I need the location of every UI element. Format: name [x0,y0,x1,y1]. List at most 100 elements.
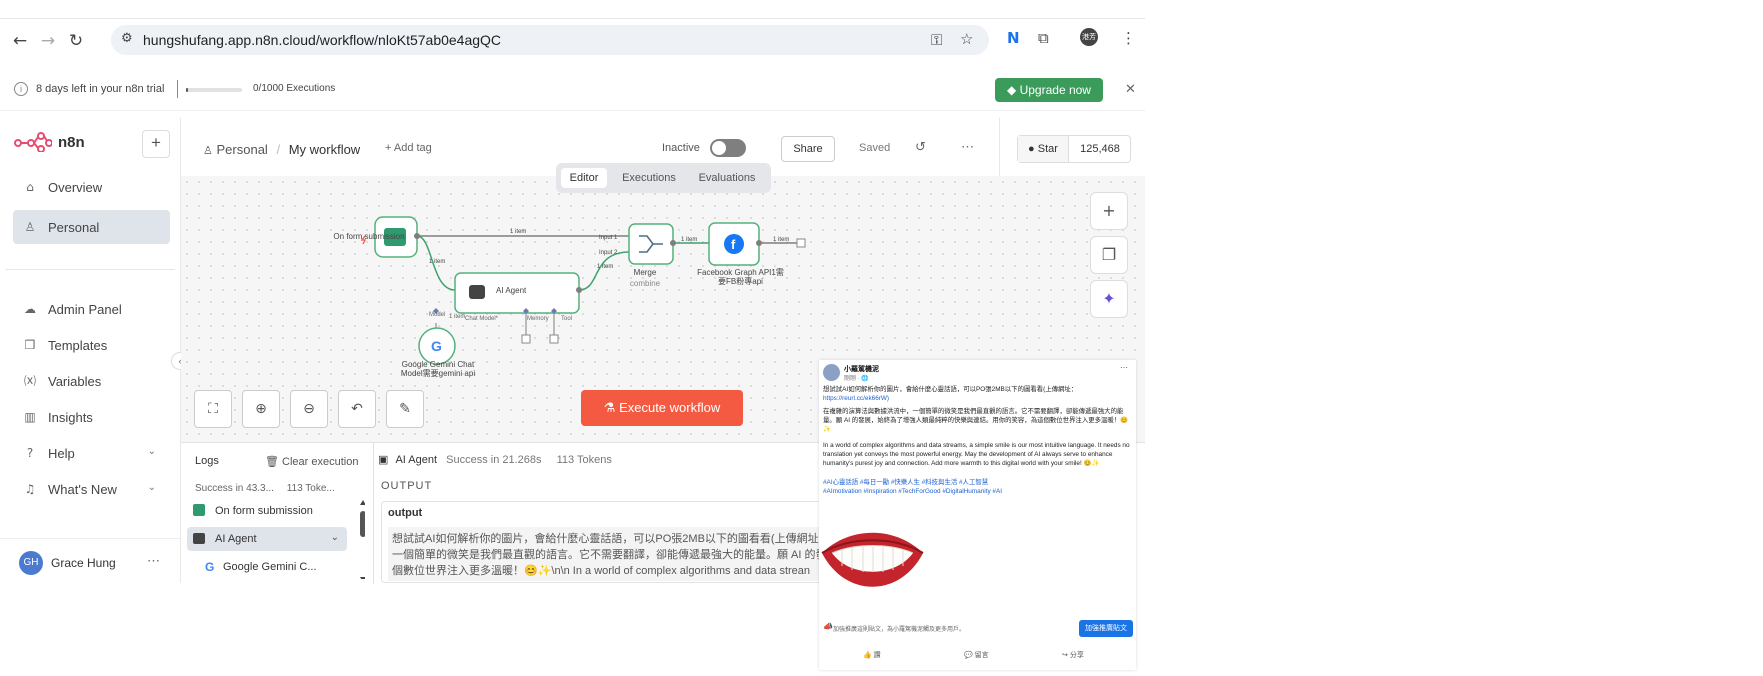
share-post-button[interactable]: ↪ 分享 [1062,650,1084,660]
share-icon: ↪ [1062,652,1068,659]
back-icon[interactable]: ← [8,29,32,53]
sidebar-item-label: Personal [48,220,100,235]
more-options-icon[interactable]: ⋯ [961,139,974,155]
comment-button[interactable]: 💬 留言 [964,650,989,660]
comment-label: 留言 [974,652,989,659]
upgrade-button[interactable]: ◆ Upgrade now [995,78,1103,102]
zoom-out-icon[interactable]: ⊖ [290,390,328,428]
undo-icon[interactable]: ↶ [338,390,376,428]
sidebar-divider [5,269,175,270]
active-toggle[interactable] [710,139,746,157]
trash-icon: 🗑 [265,456,279,468]
edge-label-item: 1 item [449,314,466,320]
browser-menu-icon[interactable]: ⋮ [1121,29,1136,47]
github-panel: ● Star 125,468 [999,118,1146,176]
bookmark-star-icon[interactable]: ☆ [960,30,973,48]
forward-icon[interactable]: → [36,29,60,53]
log-row-gemini[interactable]: G Google Gemini C... [201,555,361,579]
chevron-down-icon: ⌄ [147,446,156,457]
avatar: GH [19,551,43,575]
post-hashtags-1[interactable]: #AI心靈話語 #每日一勵 #快樂人生 #科技與生活 #人工智慧 [823,478,1133,487]
post-link[interactable]: https://reurl.cc/ek66rW) [823,395,889,402]
sidebar-item-help[interactable]: ? Help ⌄ [13,436,170,470]
sidebar-item-label: Help [48,446,75,461]
flask-icon: ⚗ [603,400,616,415]
history-icon[interactable]: ↺ [915,140,926,155]
output-value[interactable]: 想試試AI如何解析你的圖片，會給什麼心靈話語，可以PO張2MB以下的圖看看(上傳… [388,527,838,581]
tidy-up-icon[interactable]: ✎ [386,390,424,428]
more-options-icon[interactable]: ⋯ [147,553,160,569]
github-icon: ● [1028,143,1035,155]
edge-label-item: 1 item [429,259,446,265]
user-name: Grace Hung [51,556,116,570]
more-options-icon[interactable]: ⋯ [1120,363,1128,372]
add-memory-handle [521,334,531,344]
sidebar-item-whats-new[interactable]: ♫ What's New ⌄ [13,472,170,506]
scrollbar[interactable] [359,499,365,579]
github-star-button[interactable]: ● Star 125,468 [1017,135,1131,163]
workflow-name[interactable]: My workflow [289,142,361,157]
extension-n-icon[interactable]: N [1007,29,1020,47]
sticky-note-icon[interactable]: ❐ [1090,236,1128,274]
like-button[interactable]: 👍 讚 [863,650,881,660]
port-label-chat-model: Chat Model* [465,316,499,322]
port-label-memory: Memory [527,316,549,322]
post-hashtags-2[interactable]: #AImotivation #Inspiration #TechForGood … [823,487,1133,496]
bell-icon: ♫ [24,482,36,496]
sidebar-item-variables[interactable]: ⒳ Variables [13,364,170,398]
zoom-in-icon[interactable]: ⊕ [242,390,280,428]
edge-label-input2: Input 2 [599,250,618,256]
upgrade-label: Upgrade now [1019,83,1091,97]
form-icon [193,504,205,516]
extensions-puzzle-icon[interactable]: ⧉ [1038,29,1049,47]
sidebar-item-personal[interactable]: ♙ Personal [13,210,170,244]
add-node-handle [796,238,806,248]
robot-icon: ▣ [378,454,389,466]
output-key: output [388,507,423,519]
log-row-label: On form submission [215,505,313,517]
share-button[interactable]: Share [781,136,835,162]
help-icon: ? [26,446,34,460]
url-text: hungshufang.app.n8n.cloud/workflow/nloKt… [143,32,502,48]
like-label: 讚 [873,652,881,659]
sidebar-item-templates[interactable]: ❒ Templates [13,328,170,362]
user-menu[interactable]: GH Grace Hung ⋯ [0,538,180,584]
detail-tokens: 113 Tokens [556,454,612,466]
github-star-count: 125,468 [1080,143,1120,155]
chevron-down-icon[interactable]: ⌄ [331,532,339,543]
add-node-button[interactable]: + [1090,192,1128,230]
log-row-form[interactable]: On form submission [187,499,347,523]
google-icon: G [205,560,215,574]
user-icon: ♙ [203,145,213,157]
sidebar-item-insights[interactable]: ▥ Insights [13,400,170,434]
run-summary: Success in 43.3... 113 Toke... [195,483,335,494]
facebook-node-label-2: 要FB粉專api [718,277,763,286]
boost-post-button[interactable]: 加強推廣貼文 [1079,620,1133,637]
reload-icon[interactable]: ↻ [64,29,88,53]
comment-icon: 💬 [964,652,973,659]
trial-days-text: 8 days left in your n8n trial [36,83,165,95]
ai-assistant-icon[interactable]: ✦ [1090,280,1128,318]
execute-workflow-button[interactable]: ⚗ Execute workflow [581,390,743,426]
templates-icon: ❒ [24,338,36,352]
password-key-icon[interactable]: ⚿ [931,31,942,49]
breadcrumb-project[interactable]: Personal [217,142,268,157]
sidebar-item-label: Variables [48,374,102,389]
sidebar: n8n + ⌂ Overview ♙ Personal ☁ Admin Pane… [0,118,181,583]
log-row-ai-agent[interactable]: AI Agent ⌄ [187,527,347,551]
fit-view-icon[interactable]: ⛶ [194,390,232,428]
post-text-intro: 想試試AI如何解析你的圖片，會給什麼心靈話語，可以PO張2MB以下的圖看看(上傳… [823,386,1078,393]
sidebar-item-admin-panel[interactable]: ☁ Admin Panel [13,292,170,326]
sidebar-item-label: Overview [48,180,103,195]
clear-execution-button[interactable]: 🗑 Clear execution [265,455,358,468]
add-tag-link[interactable]: + Add tag [385,142,432,154]
profile-avatar[interactable]: 港芳 [1080,28,1098,46]
site-settings-icon[interactable]: ⚙ [121,31,133,46]
add-button[interactable]: + [142,130,170,158]
address-bar[interactable]: ⚙ hungshufang.app.n8n.cloud/workflow/nlo… [111,25,989,55]
sidebar-item-overview[interactable]: ⌂ Overview [13,170,170,204]
output-field: output 想試試AI如何解析你的圖片，會給什麼心靈話語，可以PO張2MB以下… [381,501,843,583]
robot-icon [193,533,205,544]
close-icon[interactable]: ✕ [1125,81,1136,97]
sidebar-item-label: Insights [48,410,93,425]
